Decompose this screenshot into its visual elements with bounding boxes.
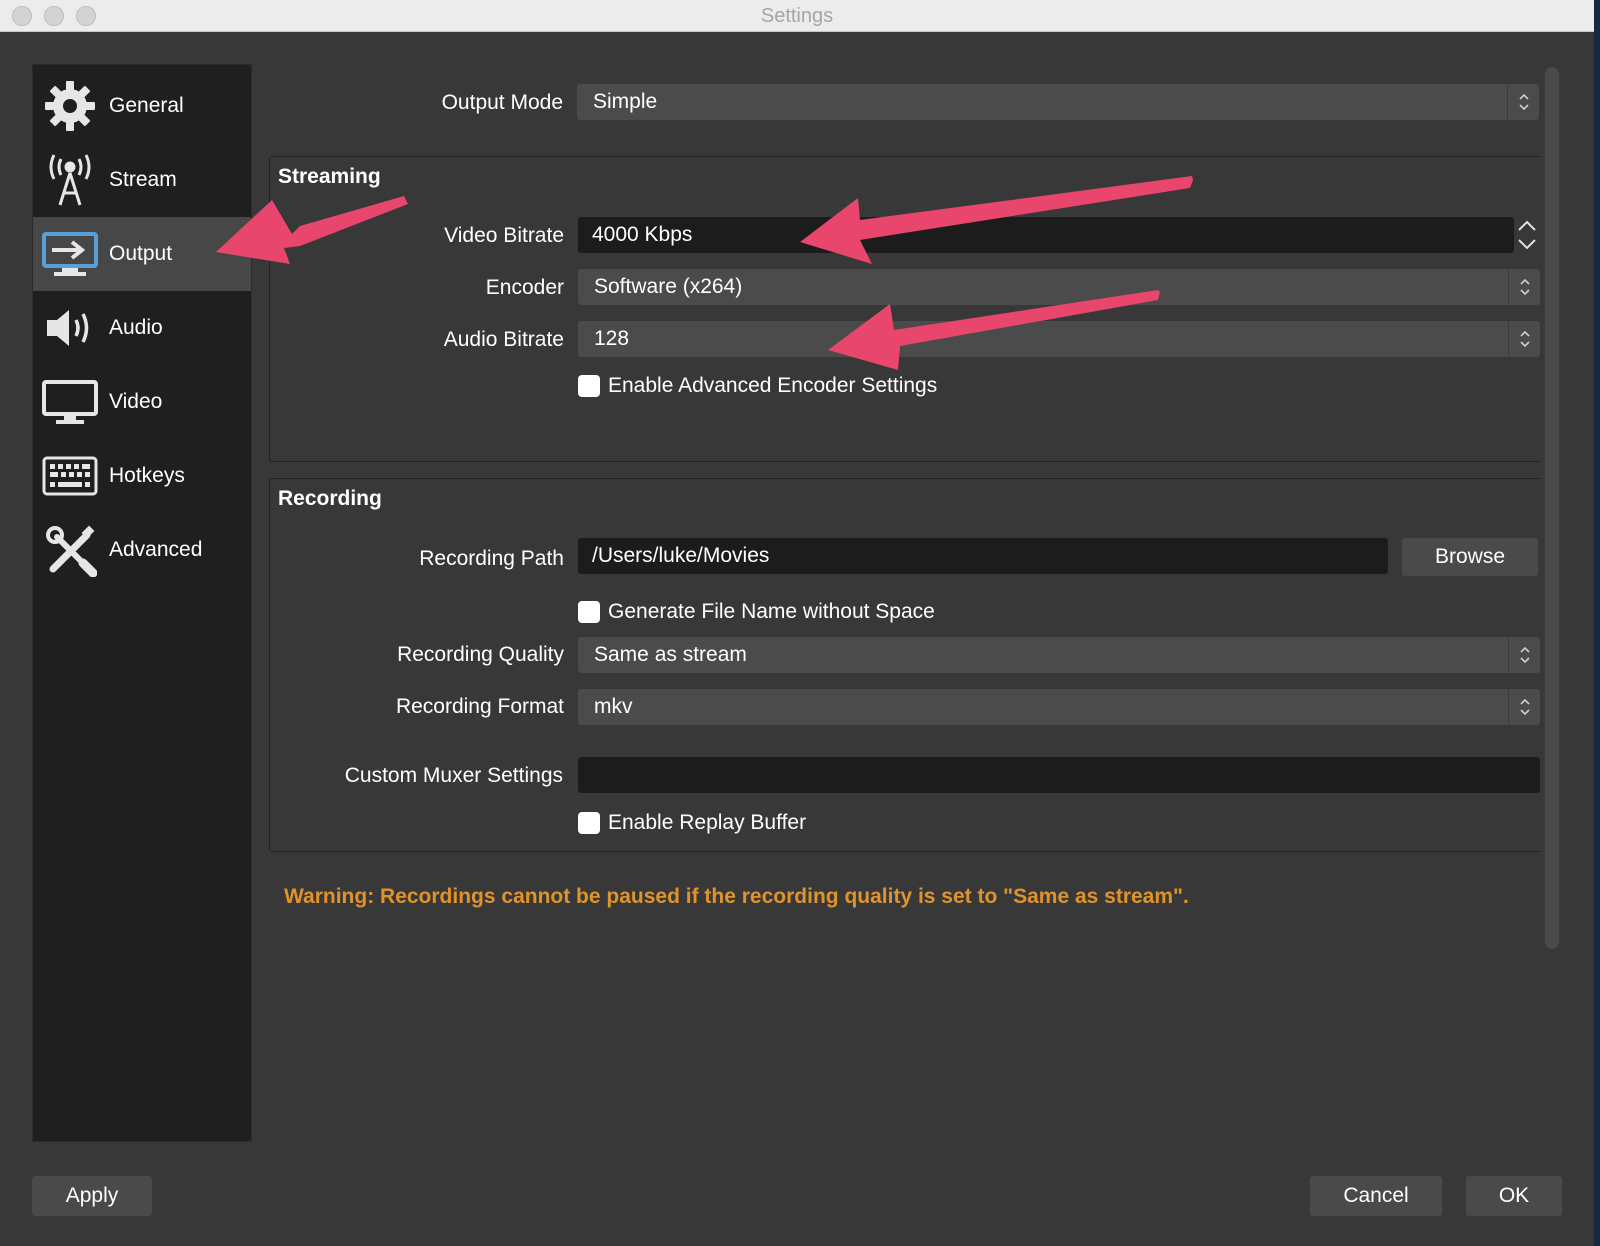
desktop-background — [1594, 0, 1600, 1246]
audio-bitrate-value: 128 — [594, 327, 630, 350]
sidebar-item-advanced[interactable]: Advanced — [33, 513, 251, 587]
settings-window: Settings General Stream Output Audio Vid… — [0, 0, 1594, 1246]
recording-path-input[interactable]: /Users/luke/Movies — [578, 538, 1388, 574]
replay-buffer-checkbox[interactable] — [578, 812, 600, 834]
sidebar-item-video[interactable]: Video — [33, 365, 251, 439]
monitor-icon — [41, 373, 99, 431]
sidebar-item-label: General — [109, 94, 184, 117]
gear-icon — [41, 77, 99, 135]
antenna-icon — [41, 151, 99, 209]
updown-chevron-icon — [1508, 269, 1540, 305]
recording-format-select[interactable]: mkv — [578, 689, 1540, 725]
recording-format-label: Recording Format — [395, 695, 564, 718]
sidebar-item-label: Audio — [109, 316, 163, 339]
sidebar-item-label: Advanced — [109, 538, 203, 561]
sidebar-item-audio[interactable]: Audio — [33, 291, 251, 365]
sidebar-item-general[interactable]: General — [33, 69, 251, 143]
no-space-checkbox-row[interactable]: Generate File Name without Space — [578, 600, 935, 624]
updown-chevron-icon — [1507, 84, 1539, 120]
settings-scrollbar[interactable] — [1545, 67, 1559, 949]
output-mode-select[interactable]: Simple — [577, 84, 1539, 120]
video-bitrate-input[interactable]: 4000 Kbps — [578, 217, 1514, 253]
sidebar-item-output[interactable]: Output — [33, 217, 251, 291]
advanced-encoder-checkbox[interactable] — [578, 375, 600, 397]
sidebar-item-label: Video — [109, 390, 163, 413]
video-bitrate-label: Video Bitrate — [444, 224, 564, 247]
audio-bitrate-label: Audio Bitrate — [443, 328, 564, 351]
recording-quality-select[interactable]: Same as stream — [578, 637, 1540, 673]
settings-sidebar: General Stream Output Audio Video Hotkey… — [32, 64, 252, 1142]
recording-path-label: Recording Path — [419, 547, 564, 570]
recording-path-value: /Users/luke/Movies — [592, 544, 770, 567]
audio-bitrate-select[interactable]: 128 — [578, 321, 1540, 357]
replay-buffer-checkbox-row[interactable]: Enable Replay Buffer — [578, 811, 806, 835]
pause-warning-text: Warning: Recordings cannot be paused if … — [284, 885, 1189, 908]
tools-icon — [41, 521, 99, 579]
updown-chevron-icon — [1508, 321, 1540, 357]
updown-chevron-icon — [1508, 637, 1540, 673]
advanced-encoder-label: Enable Advanced Encoder Settings — [608, 374, 938, 397]
encoder-label: Encoder — [485, 276, 564, 299]
sidebar-item-stream[interactable]: Stream — [33, 143, 251, 217]
sidebar-item-label: Stream — [109, 168, 177, 191]
recording-group-title: Recording — [278, 487, 382, 510]
updown-chevron-icon — [1508, 689, 1540, 725]
recording-quality-value: Same as stream — [594, 643, 747, 666]
apply-button[interactable]: Apply — [32, 1176, 152, 1216]
browse-button[interactable]: Browse — [1402, 538, 1538, 576]
advanced-encoder-checkbox-row[interactable]: Enable Advanced Encoder Settings — [578, 374, 937, 398]
recording-quality-label: Recording Quality — [397, 643, 564, 666]
custom-muxer-input[interactable] — [578, 757, 1540, 793]
speaker-icon — [41, 299, 99, 357]
cancel-button[interactable]: Cancel — [1310, 1176, 1442, 1216]
title-bar: Settings — [0, 0, 1594, 32]
video-bitrate-value: 4000 Kbps — [592, 223, 693, 246]
recording-format-value: mkv — [594, 695, 633, 718]
video-bitrate-stepper[interactable] — [1514, 217, 1540, 253]
no-space-label: Generate File Name without Space — [608, 600, 935, 623]
sidebar-item-hotkeys[interactable]: Hotkeys — [33, 439, 251, 513]
no-space-checkbox[interactable] — [578, 601, 600, 623]
custom-muxer-label: Custom Muxer Settings — [344, 764, 563, 787]
replay-buffer-label: Enable Replay Buffer — [608, 811, 807, 834]
output-mode-value: Simple — [593, 90, 658, 113]
streaming-group-title: Streaming — [278, 165, 381, 188]
streaming-group: Streaming — [269, 156, 1542, 462]
window-title: Settings — [760, 5, 834, 27]
sidebar-item-label: Hotkeys — [109, 464, 185, 487]
monitor-arrow-icon — [41, 225, 99, 283]
keyboard-icon — [41, 447, 99, 505]
output-mode-label: Output Mode — [441, 91, 563, 114]
encoder-value: Software (x264) — [594, 275, 743, 298]
sidebar-item-label: Output — [109, 242, 173, 265]
ok-button[interactable]: OK — [1466, 1176, 1562, 1216]
encoder-select[interactable]: Software (x264) — [578, 269, 1540, 305]
